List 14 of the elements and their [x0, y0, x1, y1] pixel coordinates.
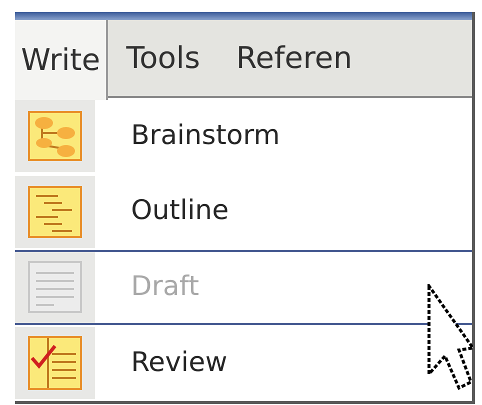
menu-item[interactable]: Brainstorm: [15, 98, 472, 174]
menu-item[interactable]: Outline: [15, 174, 472, 250]
tab[interactable]: Write: [15, 20, 108, 100]
document-icon: [28, 261, 82, 314]
checklist-icon: [28, 336, 82, 390]
menu-item-label: Outline: [131, 194, 229, 228]
tab[interactable]: Referen: [218, 20, 370, 96]
menu-item-label: Review: [131, 346, 228, 380]
menu-item[interactable]: Review: [15, 325, 472, 401]
menu-item-label: Draft: [131, 270, 200, 304]
menu-item-label: Brainstorm: [131, 118, 280, 153]
outline-icon: [28, 186, 82, 238]
diagram-icon: [28, 110, 82, 161]
tab[interactable]: Tools: [108, 20, 218, 96]
